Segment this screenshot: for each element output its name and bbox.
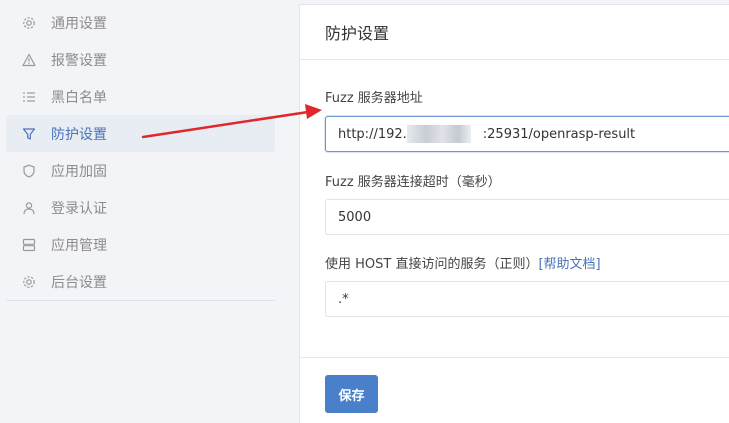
shield-icon <box>23 164 35 178</box>
gear-icon <box>23 16 35 29</box>
user-icon <box>23 201 35 214</box>
redaction-blur <box>406 125 471 143</box>
filter-icon <box>22 127 36 140</box>
sidebar-item-login-auth[interactable]: 登录认证 <box>6 189 275 226</box>
sidebar-item-general[interactable]: 通用设置 <box>6 4 275 41</box>
sidebar-item-backend[interactable]: 后台设置 <box>6 263 275 300</box>
sidebar-item-protection[interactable]: 防护设置 <box>6 115 275 152</box>
list-icon <box>23 91 35 102</box>
settings-card: 防护设置 Fuzz 服务器地址 http://192. :25931/openr… <box>299 4 729 423</box>
fuzz-server-value-prefix: http://192. <box>338 126 407 142</box>
host-regex-input[interactable] <box>325 281 729 317</box>
sidebar-item-label: 报警设置 <box>51 52 107 69</box>
sidebar-item-app-management[interactable]: 应用管理 <box>6 226 275 263</box>
sidebar: 通用设置 报警设置 黑白名单 防护设置 应用加固 登录认证 应用管理 后台设置 <box>0 0 282 422</box>
host-regex-label-row: 使用 HOST 直接访问的服务（正则）[帮助文档] <box>325 253 601 272</box>
fuzz-server-value-suffix: :25931/openrasp-result <box>482 126 636 142</box>
sidebar-item-label: 通用设置 <box>51 15 107 32</box>
sidebar-item-hardening[interactable]: 应用加固 <box>6 152 275 189</box>
server-icon <box>22 238 36 251</box>
gear-icon <box>23 275 35 288</box>
help-docs-link[interactable]: [帮助文档] <box>538 257 600 272</box>
sidebar-item-whitelist[interactable]: 黑白名单 <box>6 78 275 115</box>
sidebar-item-label: 防护设置 <box>51 126 107 143</box>
sidebar-item-label: 应用管理 <box>51 237 107 254</box>
fuzz-server-label: Fuzz 服务器地址 <box>325 91 423 106</box>
sidebar-divider <box>6 300 275 301</box>
footer-divider <box>300 357 729 358</box>
sidebar-item-alarm[interactable]: 报警设置 <box>6 41 275 78</box>
sidebar-item-label: 黑白名单 <box>51 89 107 106</box>
host-regex-label: 使用 HOST 直接访问的服务（正则） <box>325 257 539 272</box>
page-title: 防护设置 <box>325 24 390 43</box>
sidebar-item-label: 后台设置 <box>51 274 107 291</box>
redacted-ip-region <box>406 125 483 143</box>
sidebar-nav: 通用设置 报警设置 黑白名单 防护设置 应用加固 登录认证 应用管理 后台设置 <box>6 4 275 300</box>
fuzz-server-input[interactable]: http://192. :25931/openrasp-result <box>325 116 729 152</box>
sidebar-item-label: 登录认证 <box>51 200 107 217</box>
fuzz-timeout-input[interactable] <box>325 199 729 235</box>
card-header: 防护设置 <box>300 5 729 60</box>
warning-icon <box>22 53 36 66</box>
sidebar-item-label: 应用加固 <box>51 163 107 180</box>
save-button[interactable]: 保存 <box>325 375 378 413</box>
fuzz-timeout-label: Fuzz 服务器连接超时（毫秒） <box>325 175 501 190</box>
